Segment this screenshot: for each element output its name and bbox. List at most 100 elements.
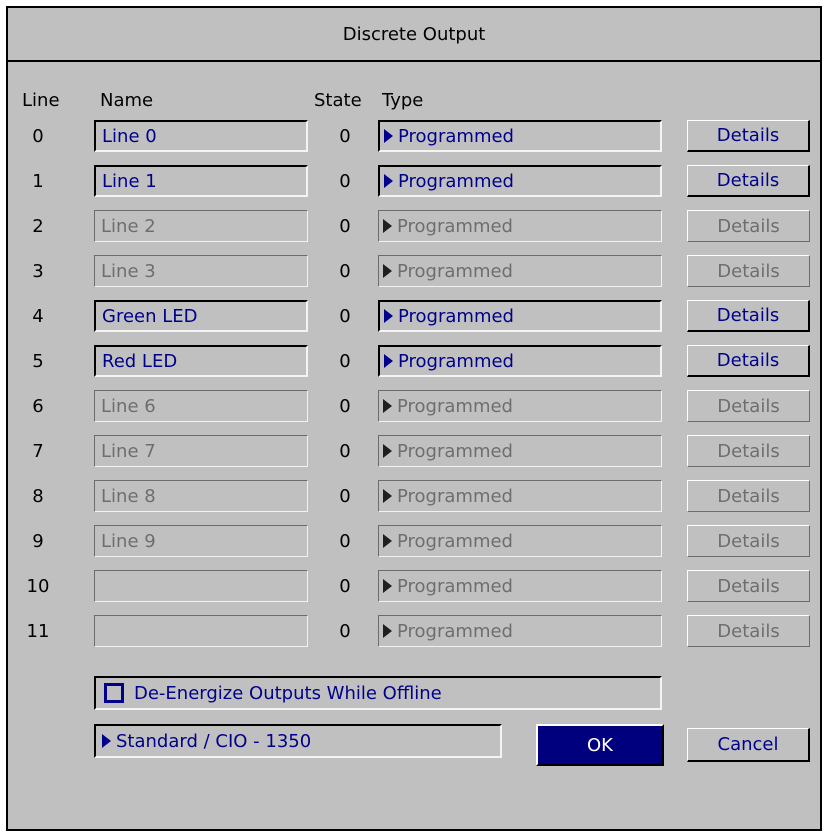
deenergize-label: De-Energize Outputs While Offline	[134, 682, 442, 704]
line-state: 0	[339, 620, 351, 642]
details-button[interactable]: Details	[687, 435, 810, 467]
line-number: 9	[32, 530, 44, 552]
deenergize-checkbox-row[interactable]: De-Energize Outputs While Offline	[94, 676, 662, 710]
line-type-select[interactable]: Programmed	[378, 480, 662, 512]
line-type-value: Programmed	[397, 620, 513, 642]
line-type-value: Programmed	[397, 575, 513, 597]
line-type-value: Programmed	[397, 260, 513, 282]
line-type-select[interactable]: Programmed	[378, 165, 662, 197]
mode-select-value: Standard / CIO - 1350	[116, 730, 312, 752]
triangle-right-icon	[384, 174, 393, 188]
triangle-right-icon	[383, 444, 392, 458]
line-state: 0	[339, 215, 351, 237]
line-type-select[interactable]: Programmed	[378, 120, 662, 152]
output-line-row: 8 Line 8 0 Programmed Details	[8, 480, 820, 512]
output-line-row: 2 Line 2 0 Programmed Details	[8, 210, 820, 242]
triangle-right-icon	[383, 489, 392, 503]
triangle-right-icon	[383, 579, 392, 593]
line-type-select[interactable]: Programmed	[378, 615, 662, 647]
triangle-right-icon	[384, 354, 393, 368]
output-line-row: 7 Line 7 0 Programmed Details	[8, 435, 820, 467]
output-line-row: 5 Red LED 0 Programmed Details	[8, 345, 820, 377]
details-button[interactable]: Details	[687, 615, 810, 647]
line-type-select[interactable]: Programmed	[378, 435, 662, 467]
output-line-row: 4 Green LED 0 Programmed Details	[8, 300, 820, 332]
line-type-select[interactable]: Programmed	[378, 570, 662, 602]
line-state: 0	[339, 305, 351, 327]
output-line-row: 3 Line 3 0 Programmed Details	[8, 255, 820, 287]
line-name-field[interactable]: Line 6	[94, 390, 308, 422]
line-type-value: Programmed	[397, 215, 513, 237]
line-state: 0	[339, 575, 351, 597]
triangle-right-icon	[383, 264, 392, 278]
line-type-select[interactable]: Programmed	[378, 210, 662, 242]
line-name-field[interactable]: Line 1	[94, 165, 308, 197]
line-state: 0	[339, 170, 351, 192]
output-line-row: 11 0 Programmed Details	[8, 615, 820, 647]
line-state: 0	[339, 395, 351, 417]
details-button[interactable]: Details	[687, 165, 810, 197]
cancel-button[interactable]: Cancel	[687, 728, 810, 762]
line-number: 11	[26, 620, 50, 642]
output-line-row: 6 Line 6 0 Programmed Details	[8, 390, 820, 422]
line-state: 0	[339, 530, 351, 552]
header-type: Type	[382, 90, 424, 111]
line-type-value: Programmed	[397, 530, 513, 552]
line-name-field[interactable]	[94, 615, 308, 647]
line-name-field[interactable]: Line 8	[94, 480, 308, 512]
line-type-select[interactable]: Programmed	[378, 525, 662, 557]
header-state: State	[314, 90, 362, 111]
line-type-select[interactable]: Programmed	[378, 300, 662, 332]
output-line-row: 0 Line 0 0 Programmed Details	[8, 120, 820, 152]
deenergize-checkbox[interactable]	[104, 683, 124, 703]
line-type-value: Programmed	[398, 350, 514, 372]
line-state: 0	[339, 485, 351, 507]
line-name-field[interactable]	[94, 570, 308, 602]
triangle-right-icon	[383, 624, 392, 638]
mode-select[interactable]: Standard / CIO - 1350	[94, 724, 502, 758]
line-number: 10	[26, 575, 50, 597]
line-name-field[interactable]: Line 3	[94, 255, 308, 287]
line-name-field[interactable]: Line 9	[94, 525, 308, 557]
header-line: Line	[22, 90, 60, 111]
line-state: 0	[339, 260, 351, 282]
details-button[interactable]: Details	[687, 120, 810, 152]
triangle-right-icon	[102, 734, 111, 748]
line-type-value: Programmed	[397, 395, 513, 417]
line-name-field[interactable]: Line 2	[94, 210, 308, 242]
line-number: 7	[32, 440, 44, 462]
output-line-row: 10 0 Programmed Details	[8, 570, 820, 602]
triangle-right-icon	[383, 534, 392, 548]
details-button[interactable]: Details	[687, 525, 810, 557]
line-name-field[interactable]: Green LED	[94, 300, 308, 332]
line-name-field[interactable]: Red LED	[94, 345, 308, 377]
details-button[interactable]: Details	[687, 210, 810, 242]
dialog-title: Discrete Output	[8, 8, 820, 62]
line-number: 2	[32, 215, 44, 237]
line-type-value: Programmed	[398, 125, 514, 147]
line-type-select[interactable]: Programmed	[378, 345, 662, 377]
details-button[interactable]: Details	[687, 480, 810, 512]
line-type-select[interactable]: Programmed	[378, 390, 662, 422]
details-button[interactable]: Details	[687, 390, 810, 422]
line-number: 0	[32, 125, 44, 147]
details-button[interactable]: Details	[687, 255, 810, 287]
triangle-right-icon	[383, 219, 392, 233]
line-name-field[interactable]: Line 0	[94, 120, 308, 152]
details-button[interactable]: Details	[687, 570, 810, 602]
line-number: 5	[32, 350, 44, 372]
details-button[interactable]: Details	[687, 300, 810, 332]
line-number: 6	[32, 395, 44, 417]
ok-button[interactable]: OK	[536, 724, 664, 766]
triangle-right-icon	[384, 309, 393, 323]
output-line-row: 1 Line 1 0 Programmed Details	[8, 165, 820, 197]
header-name: Name	[100, 90, 154, 111]
line-state: 0	[339, 350, 351, 372]
line-type-value: Programmed	[397, 485, 513, 507]
details-button[interactable]: Details	[687, 345, 810, 377]
line-state: 0	[339, 440, 351, 462]
line-type-value: Programmed	[398, 305, 514, 327]
line-name-field[interactable]: Line 7	[94, 435, 308, 467]
discrete-output-dialog: Discrete Output Line Name State Type 0 Li…	[6, 6, 822, 831]
line-type-select[interactable]: Programmed	[378, 255, 662, 287]
